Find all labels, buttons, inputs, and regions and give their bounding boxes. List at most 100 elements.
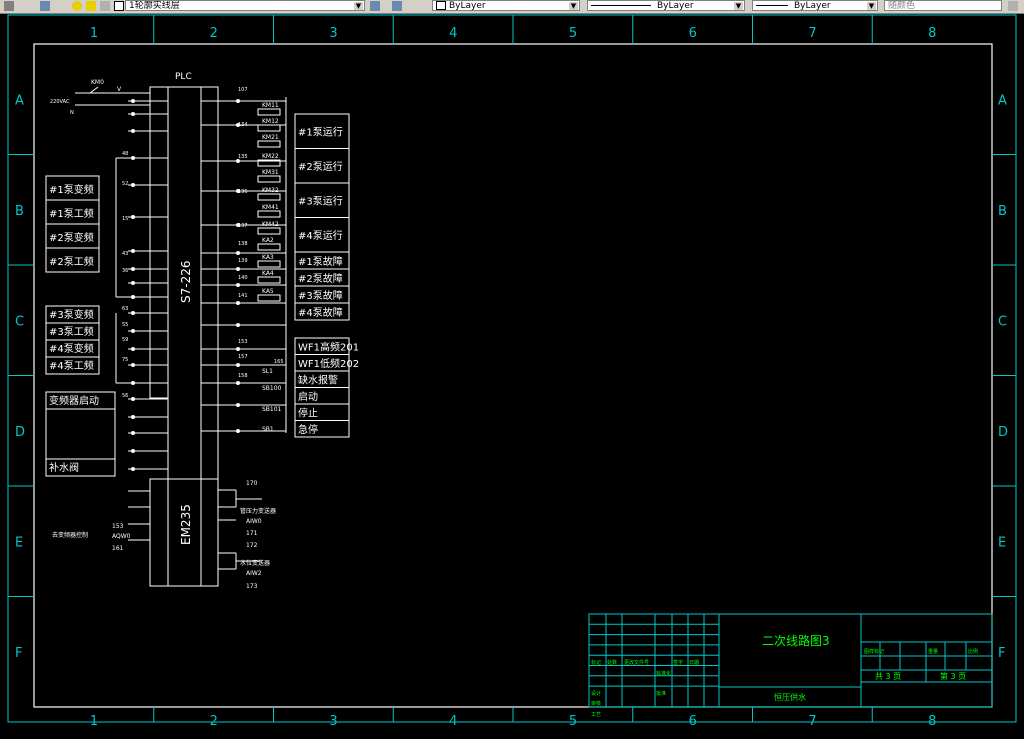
sheet-number: 第 3 页: [940, 671, 966, 681]
left-box-label: #2泵变频: [49, 231, 94, 244]
title-block-label: 设计: [591, 690, 601, 697]
color-swatch-icon: [114, 1, 124, 11]
v-label: V: [117, 86, 122, 93]
left-box-label: #4泵工频: [49, 359, 94, 372]
make-layer-current-icon[interactable]: [370, 1, 380, 11]
right-wire-number: 153: [238, 339, 248, 345]
col-label-bottom: 1: [90, 714, 98, 729]
relay-label: KM11: [262, 102, 279, 109]
col-label-top: 4: [449, 26, 457, 41]
layer-dropdown[interactable]: 1轮廓实线层 ▼: [125, 0, 365, 11]
cpu-model-label: S7-226: [179, 261, 193, 304]
pump-fault-label: #1泵故障: [298, 255, 343, 268]
left-wire-number: 48: [122, 151, 128, 157]
drawing-canvas[interactable]: 1122334455667788A AB BC CD DE EF F #1泵变频#1泵工频#…: [0, 13, 1024, 739]
sun-icon[interactable]: [86, 1, 96, 11]
plotstyle-value: 随颜色: [888, 1, 916, 11]
layers-icon[interactable]: [40, 1, 50, 11]
col-label-top: 8: [928, 26, 936, 41]
chevron-down-icon[interactable]: ▼: [354, 2, 363, 10]
sensor-num-1: 171: [246, 530, 258, 537]
chevron-down-icon[interactable]: ▼: [569, 2, 578, 10]
title-block-label: 签字: [673, 659, 683, 666]
row-label-left: A: [15, 93, 24, 108]
title-block-label: 处数: [607, 659, 617, 666]
pump-fault-label: #3泵故障: [298, 289, 343, 302]
col-label-top: 1: [90, 26, 98, 41]
right-wire-number: 165: [274, 359, 284, 365]
lock-icon[interactable]: [100, 1, 110, 11]
right-wire-number: 134: [238, 122, 248, 128]
left-box-label: #1泵变频: [49, 183, 94, 196]
left-wire-number: 56: [122, 393, 128, 399]
switch-label: SL1: [262, 368, 273, 375]
lineweight-dropdown[interactable]: ByLayer ▼: [752, 0, 878, 11]
layer-manager-icon[interactable]: [4, 1, 14, 11]
io-label: 急停: [298, 423, 318, 436]
lightbulb-icon[interactable]: [72, 1, 82, 11]
em-left-label: 去变频器控制: [52, 531, 88, 539]
chevron-down-icon[interactable]: ▼: [734, 2, 743, 10]
relay-label: KM42: [262, 221, 279, 228]
relay-label: KM22: [262, 153, 279, 160]
relay-label: KA2: [262, 237, 274, 244]
switch-label: SB100: [262, 385, 282, 392]
lineweight-value: ByLayer: [794, 1, 831, 11]
right-wire-number: 140: [238, 275, 248, 281]
color-dropdown[interactable]: ByLayer ▼: [432, 0, 580, 11]
col-label-bottom: 8: [928, 714, 936, 729]
left-box-label: #4泵变频: [49, 342, 94, 355]
em-left-num-1: AQW0: [112, 533, 131, 540]
sensor1-name: 管压力变送器: [240, 507, 276, 515]
linetype-dropdown[interactable]: ByLayer ▼: [587, 0, 745, 11]
pump-fault-label: #4泵故障: [298, 306, 343, 319]
right-wire-number: 137: [238, 223, 248, 229]
relay-label: KM31: [262, 169, 279, 176]
title-block-label: 批准: [656, 690, 666, 697]
title-block-right-label: 比例: [968, 648, 978, 655]
left-wire-number: 63: [122, 306, 128, 312]
title-block-label: 日期: [689, 660, 699, 666]
row-label-left: F: [15, 646, 22, 661]
switch-label: SB101: [262, 406, 282, 413]
left-wire-number: 36: [122, 268, 128, 274]
sensor1-signal: AIW0: [246, 518, 262, 525]
pump-run-label: #2泵运行: [298, 160, 343, 173]
right-wire-number: 158: [238, 373, 248, 379]
switch-label: SB1: [262, 426, 274, 433]
drawing-title: 二次线路图3: [762, 633, 830, 648]
right-wire-number: 135: [238, 154, 248, 160]
io-label: 缺水报警: [298, 374, 338, 387]
title-block-label: 标准化: [656, 670, 671, 677]
col-label-bottom: 3: [329, 714, 337, 729]
title-block-right-label: 图样标记: [864, 648, 884, 655]
outer-border: [7, 14, 1017, 723]
right-wire-number: 141: [238, 293, 248, 299]
sensor-num-3: 173: [246, 583, 258, 590]
km0-label: KM0: [91, 79, 104, 86]
em235-wiring: [128, 489, 262, 570]
row-markers: [8, 154, 1016, 597]
left-box-label: #3泵工频: [49, 325, 94, 338]
title-block-label: 更改文件号: [624, 659, 649, 666]
pump-run-label: #4泵运行: [298, 229, 343, 242]
plc-label: PLC: [175, 72, 192, 82]
row-label-right: C: [998, 314, 1007, 329]
left-box-label: #1泵工频: [49, 207, 94, 220]
supply-label: 220VAC: [50, 99, 70, 105]
plotstyle-dropdown[interactable]: 随颜色: [884, 0, 1002, 11]
wire-numbers: 48 52 15 43 36 63 55 59 75 56 107 134 135 136 137 138 13…: [122, 87, 284, 399]
row-label-left: E: [15, 535, 23, 550]
relay-label: KM21: [262, 134, 279, 141]
right-wire-number: 157: [238, 354, 248, 360]
title-block-right-label: 重量: [928, 648, 938, 655]
scroll-arrow-icon[interactable]: [1008, 1, 1018, 11]
layer-previous-icon[interactable]: [392, 1, 402, 11]
col-label-top: 2: [210, 26, 218, 41]
chevron-down-icon[interactable]: ▼: [867, 2, 876, 10]
left-wire-number: 59: [122, 337, 128, 343]
left-wire-number: 55: [122, 322, 128, 328]
row-label-left: D: [15, 425, 25, 440]
io-label: WF1低频202: [298, 357, 359, 370]
em-left-num-2: 161: [112, 545, 124, 552]
